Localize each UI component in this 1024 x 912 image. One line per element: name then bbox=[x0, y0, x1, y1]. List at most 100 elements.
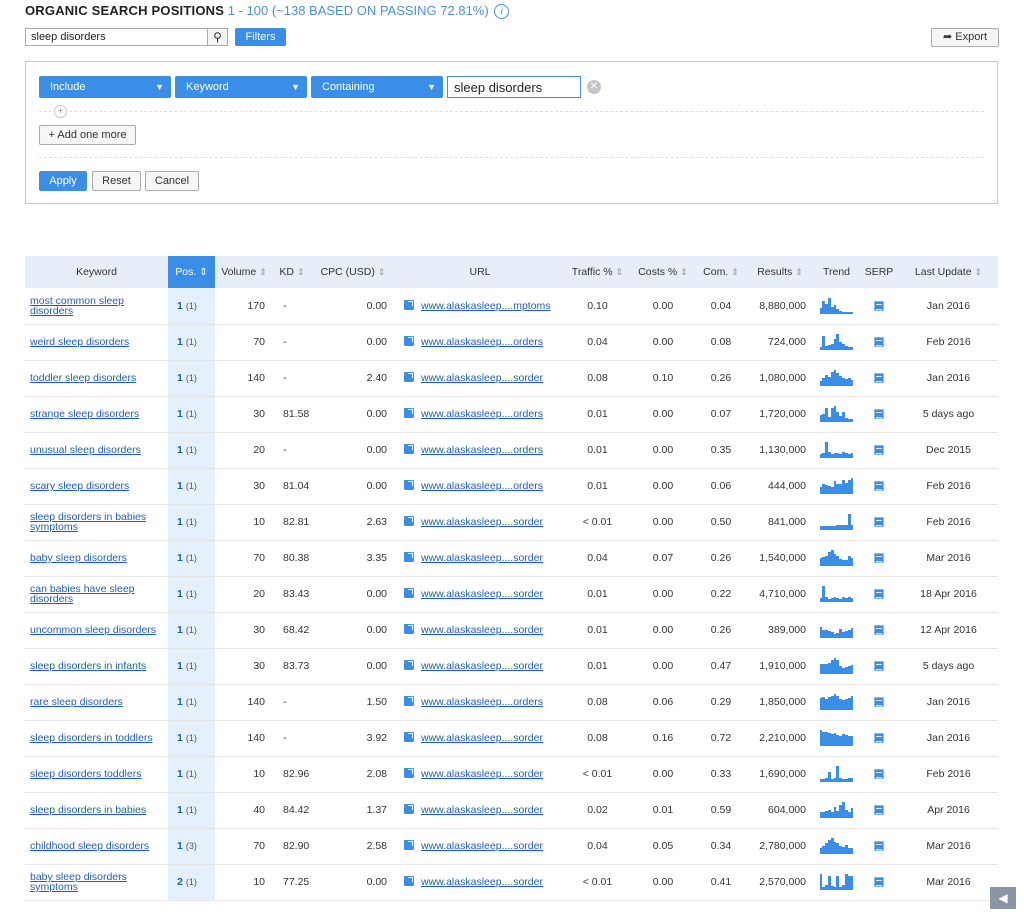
field-dropdown[interactable]: Keyword ▼ bbox=[175, 76, 307, 98]
external-link-icon[interactable] bbox=[404, 444, 414, 454]
add-condition-button[interactable]: + Add one more bbox=[39, 125, 136, 145]
url-link[interactable]: www.alaskasleep....sorder bbox=[421, 768, 543, 780]
position-value[interactable]: 1 bbox=[177, 372, 183, 384]
serp-icon[interactable] bbox=[874, 589, 884, 600]
serp-icon[interactable] bbox=[874, 481, 884, 492]
position-value[interactable]: 1 bbox=[177, 588, 183, 600]
keyword-link[interactable]: uncommon sleep disorders bbox=[30, 624, 156, 636]
position-value[interactable]: 1 bbox=[177, 336, 183, 348]
external-link-icon[interactable] bbox=[404, 408, 414, 418]
position-value[interactable]: 1 bbox=[177, 840, 183, 852]
external-link-icon[interactable] bbox=[404, 516, 414, 526]
url-link[interactable]: www.alaskasleep....orders bbox=[421, 336, 543, 348]
serp-icon[interactable] bbox=[874, 337, 884, 348]
include-dropdown[interactable]: Include ▼ bbox=[39, 76, 171, 98]
keyword-link[interactable]: rare sleep disorders bbox=[30, 696, 123, 708]
serp-icon[interactable] bbox=[874, 769, 884, 780]
url-link[interactable]: www.alaskasleep....sorder bbox=[421, 372, 543, 384]
plus-icon[interactable]: + bbox=[54, 105, 67, 118]
keyword-link[interactable]: weird sleep disorders bbox=[30, 336, 129, 348]
reset-button[interactable]: Reset bbox=[92, 171, 141, 191]
keyword-link[interactable]: strange sleep disorders bbox=[30, 408, 139, 420]
position-value[interactable]: 1 bbox=[177, 516, 183, 528]
external-link-icon[interactable] bbox=[404, 552, 414, 562]
url-link[interactable]: www.alaskasleep....orders bbox=[421, 444, 543, 456]
serp-icon[interactable] bbox=[874, 661, 884, 672]
serp-icon[interactable] bbox=[874, 841, 884, 852]
position-value[interactable]: 1 bbox=[177, 660, 183, 672]
external-link-icon[interactable] bbox=[404, 804, 414, 814]
position-value[interactable]: 1 bbox=[177, 444, 183, 456]
url-link[interactable]: www.alaskasleep....sorder bbox=[421, 804, 543, 816]
external-link-icon[interactable] bbox=[404, 732, 414, 742]
serp-icon[interactable] bbox=[874, 625, 884, 636]
serp-icon[interactable] bbox=[874, 517, 884, 528]
position-value[interactable]: 1 bbox=[177, 696, 183, 708]
search-input[interactable] bbox=[25, 28, 208, 46]
feedback-icon[interactable]: ◀ bbox=[990, 887, 1016, 909]
url-link[interactable]: www.alaskasleep....orders bbox=[421, 480, 543, 492]
external-link-icon[interactable] bbox=[404, 480, 414, 490]
serp-icon[interactable] bbox=[874, 733, 884, 744]
keyword-link[interactable]: baby sleep disorders symptoms bbox=[30, 871, 127, 893]
condition-dropdown[interactable]: Containing ▼ bbox=[311, 76, 443, 98]
keyword-link[interactable]: sleep disorders in toddlers bbox=[30, 732, 153, 744]
cancel-button[interactable]: Cancel bbox=[145, 171, 199, 191]
position-value[interactable]: 1 bbox=[177, 300, 183, 312]
external-link-icon[interactable] bbox=[404, 624, 414, 634]
column-header-volume[interactable]: Volume ⇕ bbox=[215, 256, 273, 288]
external-link-icon[interactable] bbox=[404, 768, 414, 778]
external-link-icon[interactable] bbox=[404, 660, 414, 670]
url-link[interactable]: www.alaskasleep....mptoms bbox=[421, 300, 551, 312]
keyword-link[interactable]: sleep disorders in babies bbox=[30, 804, 146, 816]
url-link[interactable]: www.alaskasleep....sorder bbox=[421, 732, 543, 744]
filters-button[interactable]: Filters bbox=[235, 28, 286, 46]
serp-icon[interactable] bbox=[874, 445, 884, 456]
column-header-cpc-usd[interactable]: CPC (USD) ⇕ bbox=[311, 256, 395, 288]
filter-value-input[interactable] bbox=[447, 76, 581, 98]
external-link-icon[interactable] bbox=[404, 299, 414, 310]
url-link[interactable]: www.alaskasleep....sorder bbox=[421, 552, 543, 564]
url-link[interactable]: www.alaskasleep....sorder bbox=[421, 588, 543, 600]
position-value[interactable]: 1 bbox=[177, 804, 183, 816]
search-button[interactable]: ⚲ bbox=[208, 28, 228, 46]
info-icon[interactable]: i bbox=[494, 4, 510, 19]
external-link-icon[interactable] bbox=[404, 696, 414, 706]
external-link-icon[interactable] bbox=[404, 840, 414, 850]
serp-icon[interactable] bbox=[874, 300, 884, 311]
serp-icon[interactable] bbox=[874, 877, 884, 888]
column-header-last-update[interactable]: Last Update ⇕ bbox=[899, 256, 998, 288]
serp-icon[interactable] bbox=[874, 553, 884, 564]
position-value[interactable]: 1 bbox=[177, 552, 183, 564]
position-value[interactable]: 1 bbox=[177, 768, 183, 780]
external-link-icon[interactable] bbox=[404, 876, 414, 886]
column-header-kd[interactable]: KD ⇕ bbox=[273, 256, 311, 288]
url-link[interactable]: www.alaskasleep....sorder bbox=[421, 840, 543, 852]
column-header-com[interactable]: Com. ⇕ bbox=[696, 256, 746, 288]
url-link[interactable]: www.alaskasleep....sorder bbox=[421, 876, 543, 888]
keyword-link[interactable]: can babies have sleep disorders bbox=[30, 583, 135, 605]
position-value[interactable]: 1 bbox=[177, 624, 183, 636]
keyword-link[interactable]: most common sleep disorders bbox=[30, 295, 124, 317]
position-value[interactable]: 1 bbox=[177, 408, 183, 420]
position-value[interactable]: 1 bbox=[177, 732, 183, 744]
column-header-results[interactable]: Results ⇕ bbox=[746, 256, 814, 288]
keyword-link[interactable]: unusual sleep disorders bbox=[30, 444, 141, 456]
clear-icon[interactable]: ✕ bbox=[587, 80, 601, 94]
apply-button[interactable]: Apply bbox=[39, 171, 87, 191]
serp-icon[interactable] bbox=[874, 805, 884, 816]
export-button[interactable]: ➦ Export bbox=[931, 28, 999, 47]
url-link[interactable]: www.alaskasleep....orders bbox=[421, 408, 543, 420]
url-link[interactable]: www.alaskasleep....sorder bbox=[421, 624, 543, 636]
position-value[interactable]: 1 bbox=[177, 480, 183, 492]
keyword-link[interactable]: toddler sleep disorders bbox=[30, 372, 136, 384]
serp-icon[interactable] bbox=[874, 697, 884, 708]
column-header-traffic[interactable]: Traffic % ⇕ bbox=[565, 256, 630, 288]
url-link[interactable]: www.alaskasleep....orders bbox=[421, 696, 543, 708]
url-link[interactable]: www.alaskasleep....sorder bbox=[421, 516, 543, 528]
external-link-icon[interactable] bbox=[404, 336, 414, 346]
column-header-costs[interactable]: Costs % ⇕ bbox=[630, 256, 696, 288]
external-link-icon[interactable] bbox=[404, 372, 414, 382]
external-link-icon[interactable] bbox=[404, 588, 414, 598]
keyword-link[interactable]: sleep disorders in babies symptoms bbox=[30, 511, 146, 533]
